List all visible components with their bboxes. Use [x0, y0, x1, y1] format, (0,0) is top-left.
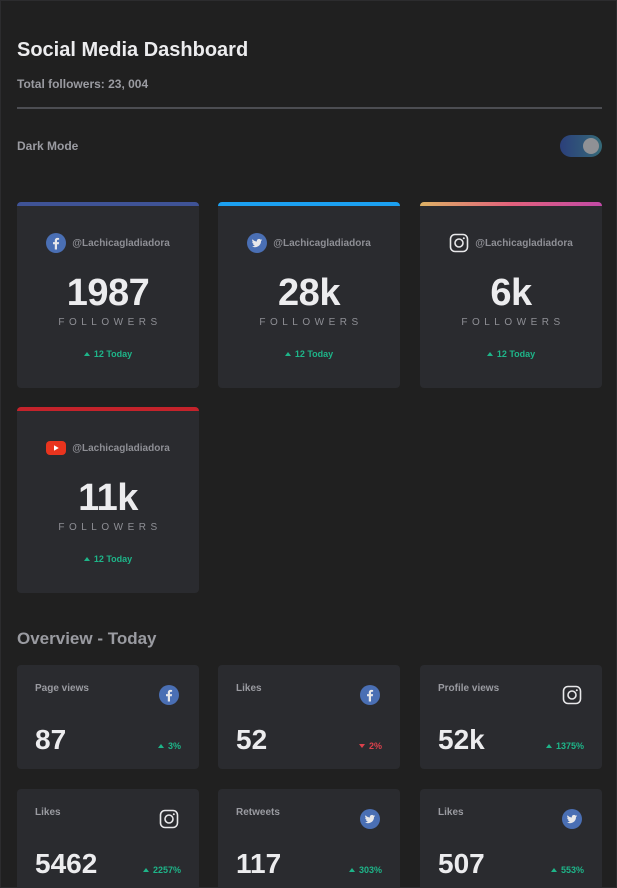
- followers-unit: FOLLOWERS: [461, 317, 565, 328]
- follower-count: 11k: [78, 477, 138, 519]
- overview-value: 507: [438, 848, 485, 879]
- header-divider: [17, 107, 602, 109]
- today-change: 12 Today: [17, 554, 199, 564]
- instagram-followers-card[interactable]: @Lachicagladiadora 6k FOLLOWERS 12 Today: [420, 202, 602, 388]
- overview-value: 87: [35, 724, 67, 755]
- overview-change: 3%: [158, 741, 181, 751]
- card-top-bar: [218, 202, 400, 206]
- overview-label: Likes: [438, 807, 464, 818]
- card-handle-row: @Lachicagladiadora: [17, 233, 199, 253]
- overview-card-facebook-likes[interactable]: Likes 52 2%: [218, 665, 400, 769]
- follower-count: 6k: [490, 272, 532, 314]
- overview-change: 303%: [349, 865, 382, 875]
- card-top-bar: [420, 202, 602, 206]
- today-change: 12 Today: [218, 349, 400, 359]
- follower-count: 1987: [66, 272, 150, 314]
- facebook-icon: [159, 685, 179, 705]
- followers-unit: FOLLOWERS: [58, 522, 162, 533]
- follower-count: 28k: [278, 272, 340, 314]
- card-handle: @Lachicagladiadora: [72, 442, 170, 454]
- card-handle-row: @Lachicagladiadora: [218, 233, 400, 253]
- total-followers: Total followers: 23, 004: [17, 77, 149, 91]
- youtube-icon: [46, 438, 66, 458]
- overview-label: Likes: [35, 807, 61, 818]
- overview-card-instagram-likes[interactable]: Likes 5462 2257%: [17, 789, 199, 888]
- card-handle: @Lachicagladiadora: [72, 237, 170, 249]
- page-title: Social Media Dashboard: [17, 39, 249, 61]
- today-change: 12 Today: [420, 349, 602, 359]
- card-handle-row: @Lachicagladiadora: [17, 438, 199, 458]
- instagram-icon: [449, 233, 469, 253]
- followers-unit: FOLLOWERS: [58, 317, 162, 328]
- overview-change: 2%: [359, 741, 382, 751]
- instagram-icon: [562, 685, 582, 705]
- toggle-knob: [583, 138, 599, 154]
- overview-label: Page views: [35, 683, 89, 694]
- card-top-bar: [17, 407, 199, 411]
- dashboard-page: Social Media Dashboard Total followers: …: [0, 0, 617, 888]
- facebook-icon: [46, 233, 66, 253]
- youtube-followers-card[interactable]: @Lachicagladiadora 11k FOLLOWERS 12 Toda…: [17, 407, 199, 593]
- card-handle-row: @Lachicagladiadora: [420, 233, 602, 253]
- twitter-followers-card[interactable]: @Lachicagladiadora 28k FOLLOWERS 12 Toda…: [218, 202, 400, 388]
- overview-change: 1375%: [546, 741, 584, 751]
- overview-change: 2257%: [143, 865, 181, 875]
- overview-card-twitter-likes[interactable]: Likes 507 553%: [420, 789, 602, 888]
- facebook-icon: [360, 685, 380, 705]
- instagram-icon: [159, 809, 179, 829]
- overview-title: Overview - Today: [17, 629, 157, 648]
- overview-value: 52: [236, 724, 268, 755]
- twitter-icon: [360, 809, 380, 829]
- overview-value: 117: [236, 848, 282, 879]
- overview-card-facebook-page-views[interactable]: Page views 87 3%: [17, 665, 199, 769]
- card-handle: @Lachicagladiadora: [475, 237, 573, 249]
- overview-value: 5462: [35, 848, 98, 879]
- dark-mode-toggle[interactable]: [560, 135, 602, 157]
- overview-card-instagram-profile-views[interactable]: Profile views 52k 1375%: [420, 665, 602, 769]
- followers-unit: FOLLOWERS: [259, 317, 363, 328]
- facebook-followers-card[interactable]: @Lachicagladiadora 1987 FOLLOWERS 12 Tod…: [17, 202, 199, 388]
- overview-label: Likes: [236, 683, 262, 694]
- overview-label: Profile views: [438, 683, 500, 694]
- overview-label: Retweets: [236, 807, 280, 818]
- overview-value: 52k: [438, 724, 485, 755]
- today-change: 12 Today: [17, 349, 199, 359]
- twitter-icon: [562, 809, 582, 829]
- card-handle: @Lachicagladiadora: [273, 237, 371, 249]
- overview-change: 553%: [551, 865, 584, 875]
- card-top-bar: [17, 202, 199, 206]
- overview-card-twitter-retweets[interactable]: Retweets 117 303%: [218, 789, 400, 888]
- twitter-icon: [247, 233, 267, 253]
- dark-mode-label: Dark Mode: [17, 139, 79, 153]
